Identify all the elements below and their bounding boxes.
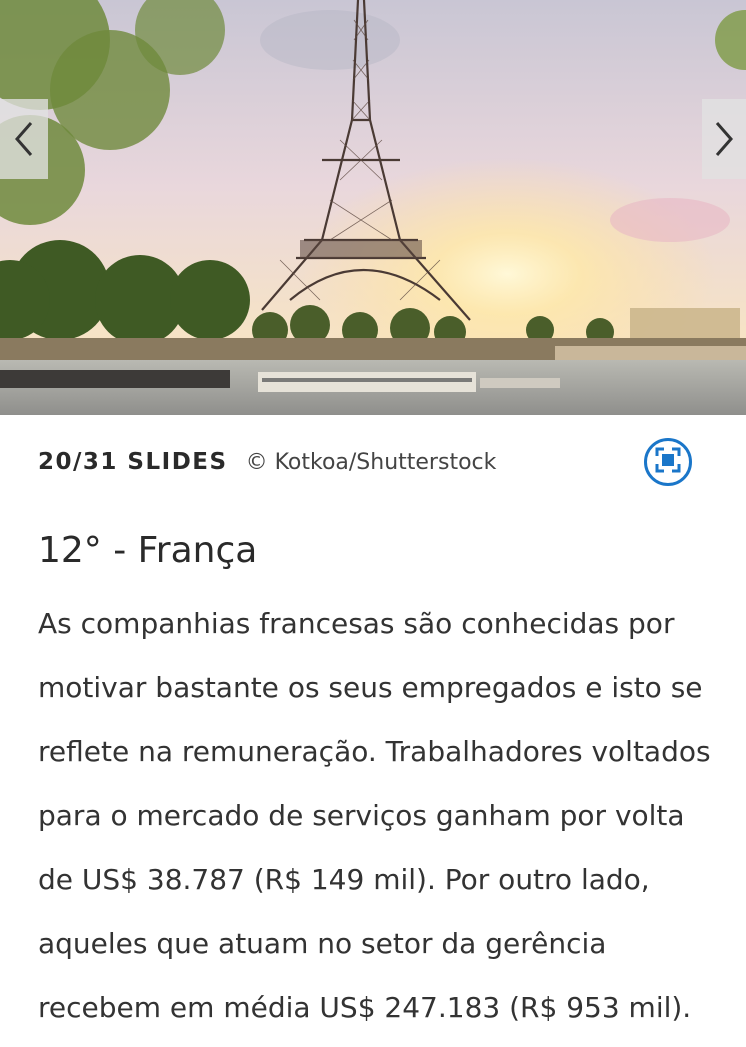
slide-meta: 20/31 SLIDES © Kotkoa/Shutterstock	[38, 438, 708, 486]
slide-counter: 20/31 SLIDES	[38, 449, 228, 475]
slide-description: As companhias francesas são conhecidas p…	[38, 607, 711, 1024]
slide-title: 12° - França	[38, 530, 258, 571]
fullscreen-button[interactable]	[644, 438, 692, 486]
chevron-right-icon	[713, 119, 735, 159]
next-slide-button[interactable]	[702, 99, 746, 179]
chevron-left-icon	[13, 119, 35, 159]
photo-credit: © Kotkoa/Shutterstock	[245, 449, 497, 475]
previous-slide-button[interactable]	[0, 99, 48, 179]
slide-image	[0, 0, 746, 415]
fullscreen-icon	[655, 447, 681, 477]
